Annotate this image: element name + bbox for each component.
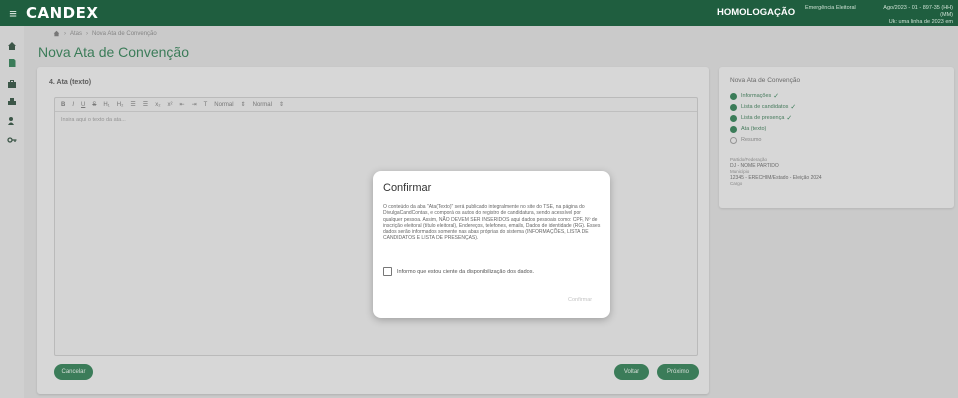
checkbox-label: Informo que estou ciente da disponibiliz…: [397, 268, 534, 275]
confirm-button[interactable]: Confirmar: [568, 297, 592, 303]
dialog-message: O conteúdo da aba "Ata(Texto)" será publ…: [383, 204, 601, 242]
app-logo[interactable]: CANDEX: [26, 4, 98, 22]
user-line: Emergência Eleitoral: [805, 5, 856, 11]
menu-icon[interactable]: ≡: [0, 6, 26, 21]
session-line: Ago/2023 - 01 - 897-35 (HH)(MM): [883, 5, 953, 18]
acknowledge-checkbox[interactable]: Informo que estou ciente da disponibiliz…: [383, 267, 534, 276]
user-info: Emergência Eleitoral: [805, 5, 856, 12]
confirm-dialog: Confirmar O conteúdo da aba "Ata(Texto)"…: [373, 171, 610, 318]
top-bar: ≡ CANDEX HOMOLOGAÇÃO Emergência Eleitora…: [0, 0, 958, 32]
environment-label: HOMOLOGAÇÃO: [717, 7, 796, 18]
checkbox-box[interactable]: [383, 267, 392, 276]
dialog-title: Confirmar: [383, 182, 432, 194]
